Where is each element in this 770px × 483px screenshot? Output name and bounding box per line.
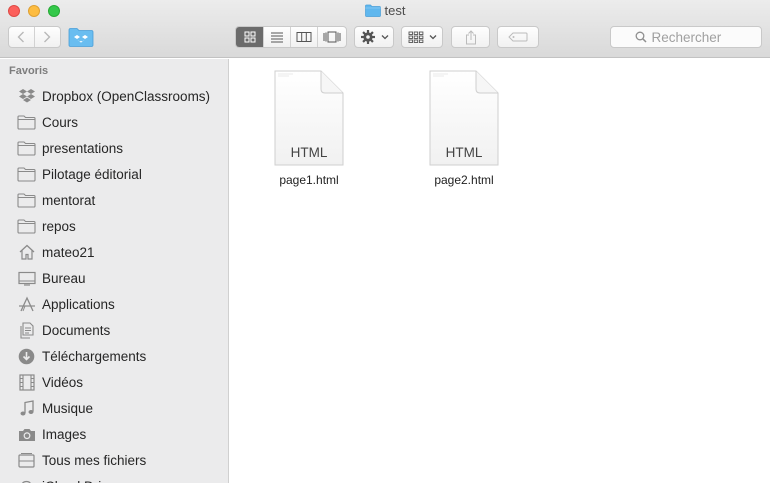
movies-icon <box>17 373 36 391</box>
sidebar-heading-favorites: Favoris <box>9 65 49 77</box>
sidebar-item-label: Pilotage éditorial <box>42 166 142 182</box>
folder-icon <box>17 165 36 183</box>
folder-icon <box>17 139 36 157</box>
dropbox-icon <box>17 87 36 105</box>
file-name: page2.html <box>434 173 494 187</box>
sidebar-item-label: Documents <box>42 322 111 338</box>
columns-icon <box>296 32 312 42</box>
icloud-icon <box>17 477 36 483</box>
applications-icon <box>17 295 36 313</box>
toolbar: test <box>0 0 770 58</box>
camera-icon <box>17 425 36 443</box>
folder-icon <box>364 4 381 21</box>
sidebar-item-12-movies[interactable]: Vidéos <box>0 369 228 395</box>
sidebar-item-label: Vidéos <box>42 374 84 390</box>
file-type-badge: HTML <box>290 145 328 160</box>
dropbox-folder-icon <box>68 28 94 47</box>
chevron-down-icon <box>381 35 388 40</box>
sidebar-item-label: Dropbox (OpenClassrooms) <box>42 88 211 104</box>
sidebar-item-7-home[interactable]: mateo21 <box>0 239 228 265</box>
search-field[interactable] <box>610 26 762 48</box>
file-item-page1[interactable]: HTML page1.html <box>254 69 364 187</box>
folder-icon <box>17 191 36 209</box>
file-item-page2[interactable]: HTML page2.html <box>409 69 519 187</box>
sidebar-item-label: mentorat <box>42 192 96 208</box>
search-input[interactable] <box>651 29 738 45</box>
sidebar-item-label: Musique <box>42 400 94 416</box>
cover-flow-view-button[interactable] <box>318 27 346 47</box>
tag-icon <box>508 32 528 42</box>
window-title: test <box>0 3 770 21</box>
sidebar-item-label: Téléchargements <box>42 348 147 364</box>
cover-flow-icon <box>323 31 341 43</box>
navigation-buttons <box>8 26 61 48</box>
sidebar: Favoris Dropbox (OpenClassrooms) Cours pre… <box>0 59 229 483</box>
chevron-down-icon <box>429 35 436 40</box>
chevron-left-icon <box>17 31 25 43</box>
sidebar-item-15-all-files[interactable]: Tous mes fichiers <box>0 447 228 473</box>
sidebar-item-8-desktop[interactable]: Bureau <box>0 265 228 291</box>
column-view-button[interactable] <box>291 27 318 47</box>
all-files-icon <box>17 451 36 469</box>
search-icon <box>635 31 647 43</box>
sidebar-item-label: Bureau <box>42 270 86 286</box>
icon-view-button[interactable] <box>236 27 264 47</box>
file-name: page1.html <box>279 173 339 187</box>
list-view-button[interactable] <box>264 27 291 47</box>
sidebar-item-label: presentations <box>42 140 124 156</box>
html-document-icon: HTML <box>428 69 500 167</box>
sidebar-item-10-documents[interactable]: Documents <box>0 317 228 343</box>
gear-icon <box>360 30 375 44</box>
grid-icon <box>244 31 255 43</box>
sidebar-item-14-camera[interactable]: Images <box>0 421 228 447</box>
sidebar-item-16-icloud[interactable]: iCloud Drive <box>0 473 228 483</box>
sidebar-item-6-folder[interactable]: repos <box>0 213 228 239</box>
sidebar-item-label: Tous mes fichiers <box>42 452 147 468</box>
action-menu-button[interactable] <box>354 26 394 48</box>
sidebar-item-label: repos <box>42 218 76 234</box>
edit-tags-button[interactable] <box>497 26 539 48</box>
forward-button[interactable] <box>35 27 60 47</box>
desktop-icon <box>17 269 36 287</box>
file-type-badge: HTML <box>445 145 483 160</box>
downloads-icon <box>17 347 36 365</box>
arrange-icon <box>408 31 423 43</box>
view-mode-control <box>235 26 347 48</box>
sidebar-item-9-applications[interactable]: Applications <box>0 291 228 317</box>
arrange-menu-button[interactable] <box>401 26 443 48</box>
sidebar-item-label: mateo21 <box>42 244 95 260</box>
window-title-text: test <box>384 3 406 18</box>
sidebar-item-2-folder[interactable]: Cours <box>0 109 228 135</box>
sidebar-item-label: Cours <box>42 114 79 130</box>
share-button[interactable] <box>451 26 490 48</box>
folder-icon <box>17 113 36 131</box>
sidebar-item-5-folder[interactable]: mentorat <box>0 187 228 213</box>
sidebar-item-3-folder[interactable]: presentations <box>0 135 228 161</box>
share-icon <box>465 29 476 44</box>
dropbox-folder-button[interactable] <box>68 27 94 47</box>
list-icon <box>271 32 283 43</box>
html-document-icon: HTML <box>273 69 345 167</box>
sidebar-item-label: Applications <box>42 296 115 312</box>
sidebar-item-label: iCloud Drive <box>42 479 116 483</box>
file-browser-content: HTML page1.html HTML page2.html <box>230 59 770 483</box>
sidebar-item-11-downloads[interactable]: Téléchargements <box>0 343 228 369</box>
sidebar-item-1-dropbox[interactable]: Dropbox (OpenClassrooms) <box>0 83 228 109</box>
back-button[interactable] <box>9 27 35 47</box>
chevron-right-icon <box>44 31 51 43</box>
sidebar-item-label: Images <box>42 426 87 442</box>
music-icon <box>17 399 36 417</box>
home-icon <box>17 243 36 261</box>
sidebar-item-4-folder[interactable]: Pilotage éditorial <box>0 161 228 187</box>
sidebar-item-13-music[interactable]: Musique <box>0 395 228 421</box>
documents-icon <box>17 321 36 339</box>
sidebar-favorites-list: Dropbox (OpenClassrooms) Cours presentatio… <box>0 83 228 483</box>
folder-icon <box>17 217 36 235</box>
